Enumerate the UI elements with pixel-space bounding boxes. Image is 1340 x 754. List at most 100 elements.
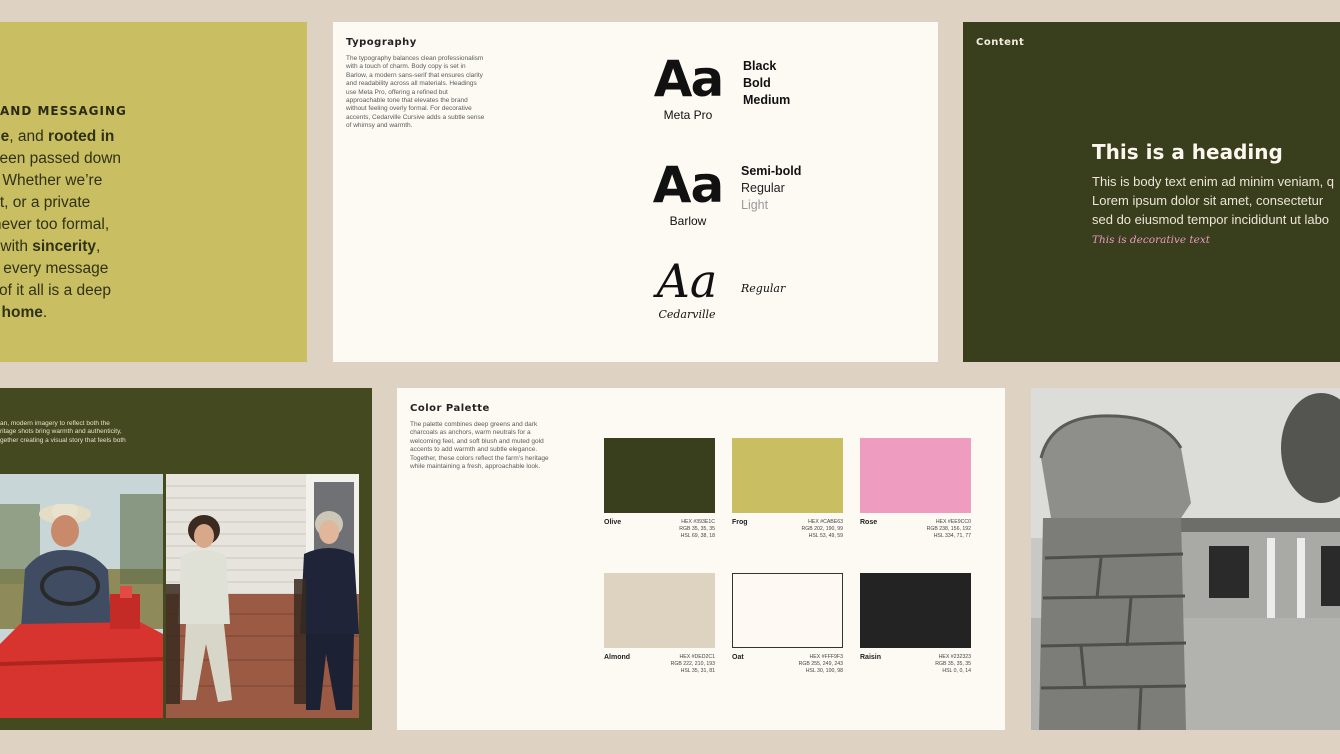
swatch-olive: Olive HEX #393E1C RGB 35, 35, 35 HSL 69,… [604,438,715,549]
color-name: Rose [860,519,878,526]
color-hex: HEX #FFF9F3 [809,654,843,660]
body-text: . [42,304,48,321]
emphasis-text: feel at home [0,304,43,321]
color-name: Olive [604,519,622,526]
swatch-oat: Oat HEX #FFF9F3 RGB 255, 249, 243 HSL 30… [732,573,843,684]
body-text: that’s been passed down [0,150,122,167]
brand-voice-line: friend. At the heart of it all is a deep [0,280,268,302]
color-name: Oat [732,654,744,661]
color-name: Frog [732,519,748,526]
specimen-glyph: Aa [653,50,724,108]
brand-voice-line: every guest feel at home. [0,302,268,324]
photography-description: an, modern imagery to reflect both the r… [0,420,160,445]
weight-label: Medium [743,93,791,107]
brand-voice-line: hospitality that’s been passed down [0,148,268,170]
body-text: , a corporate retreat, or a private [0,194,91,211]
color-rgb: RGB 35, 35, 35 [679,526,715,532]
color-codes: HEX #CABE63 RGB 202, 190, 99 HSL 53, 49,… [801,519,843,540]
color-hex: HEX #CABE63 [808,519,843,525]
brand-voice-line: m is warm, genuine, and rooted in [0,126,268,148]
color-codes: HEX #393E1C RGB 35, 35, 35 HSL 69, 38, 1… [679,519,715,540]
color-swatch [732,438,843,513]
specimen-glyph: Aa [656,254,718,308]
specimen-meta-pro: Aa Meta Pro [651,50,725,122]
color-codes: HEX #EE9CC0 RGB 238, 156, 192 HSL 334, 7… [927,519,971,540]
weight-label: Semi-bold [741,164,802,178]
color-hex: HEX #393E1C [681,519,715,525]
color-hex: HEX #232323 [938,654,971,660]
specimen-meta-pro-weights: Black Bold Medium [743,58,790,109]
brand-voice-line: , a corporate retreat, or a private [0,192,268,214]
body-text: , and [9,128,49,145]
color-rgb: RGB 255, 249, 243 [798,661,843,667]
description-line: an, modern imagery to reflect both the [0,420,110,427]
color-codes: HEX #FFF9F3 RGB 255, 249, 243 HSL 30, 10… [799,654,843,675]
description-line: ritage shots bring warmth and authentici… [0,428,122,436]
emphasis-text: sincerity [32,238,97,255]
weight-label: Light [741,198,769,212]
weight-label: Regular [741,181,785,195]
color-hsl: HSL 53, 49, 59 [808,533,843,539]
color-codes: HEX #DED2C1 RGB 222, 210, 193 HSL 35, 31… [671,654,715,675]
tractor-photo-art [0,474,163,718]
specimen-name: Barlow [669,214,707,228]
brand-voice-line: ly farm since 1940. Whether we’re [0,170,268,192]
color-palette-card: Color Palette The palette combines deep … [397,388,1005,730]
swatch-raisin: Raisin HEX #232323 RGB 35, 35, 35 HSL 0,… [860,573,971,684]
color-rgb: RGB 202, 190, 99 [801,526,843,532]
body-text: , making sure every message [0,260,109,277]
brand-voice-card: AND MESSAGING m is warm, genuine, and ro… [0,22,307,362]
color-rgb: RGB 222, 210, 193 [670,661,715,667]
color-rgb: RGB 35, 35, 35 [935,661,971,667]
heritage-photo-card [1031,388,1340,730]
color-swatch [860,438,971,513]
color-hsl: HSL 30, 100, 98 [805,668,843,674]
emphasis-text: rooted in [48,128,115,145]
body-text: friend. At the heart of it all is a deep [0,282,111,299]
content-card: Content This is a heading This is body t… [963,22,1340,362]
porch-photo [166,474,359,718]
body-text: never too formal, [0,216,110,233]
color-hsl: HSL 334, 71, 77 [933,533,971,539]
color-swatch [604,438,715,513]
palette-title: Color Palette [410,403,490,414]
body-line: This is body text enim ad minim veniam, … [1092,174,1335,189]
color-swatch [732,573,843,648]
specimen-name: Meta Pro [663,108,713,122]
brand-voice-body: m is warm, genuine, and rooted inhospita… [0,106,268,324]
sample-heading: This is a heading [1092,140,1283,164]
color-name: Raisin [860,654,882,661]
body-line: sed do eiusmod tempor incididunt ut labo [1092,212,1330,227]
specimen-cedarville-weights: Regular [741,280,785,297]
color-swatch [860,573,971,648]
specimen-barlow: Aa Barlow [649,156,727,228]
typography-title: Typography [346,37,417,48]
brand-voice-line: pectful. We speak with sincerity, [0,236,268,258]
specimen-glyph: Aa [652,156,724,214]
specimen-cedarville: Aa Cedarville [647,254,727,321]
brand-voice-line: harm, making sure every message [0,258,268,280]
color-name: Almond [604,654,631,661]
swatch-almond: Almond HEX #DED2C1 RGB 222, 210, 193 HSL… [604,573,715,684]
body-text: , [96,238,101,255]
photography-card: an, modern imagery to reflect both the r… [0,388,372,730]
description-line: gether creating a visual story that feel… [0,436,126,444]
brand-voice-line: d down-to-earth, never too formal, [0,214,268,236]
porch-photo-art [166,474,359,718]
typography-card: Typography The typography balances clean… [333,22,938,362]
body-line: Lorem ipsum dolor sit amet, consectetur [1092,193,1324,208]
color-rgb: RGB 238, 156, 192 [926,526,971,532]
sample-body-text: This is body text enim ad minim veniam, … [1092,172,1340,229]
color-hsl: HSL 35, 31, 81 [680,668,715,674]
body-text: . We speak with [0,238,28,255]
color-hex: HEX #DED2C1 [679,654,715,660]
body-text: ly farm since 1940. Whether we’re [0,172,103,189]
palette-description: The palette combines deep greens and dar… [410,421,549,471]
color-codes: HEX #232323 RGB 35, 35, 35 HSL 0, 0, 14 [935,654,971,675]
color-hex: HEX #EE9CC0 [935,519,971,525]
typography-description: The typography balances clean profession… [346,55,485,130]
color-hsl: HSL 0, 0, 14 [942,668,971,674]
color-hsl: HSL 69, 38, 18 [680,533,715,539]
sample-decorative-text: This is decorative text [1092,234,1210,246]
weight-label: Bold [743,76,771,90]
